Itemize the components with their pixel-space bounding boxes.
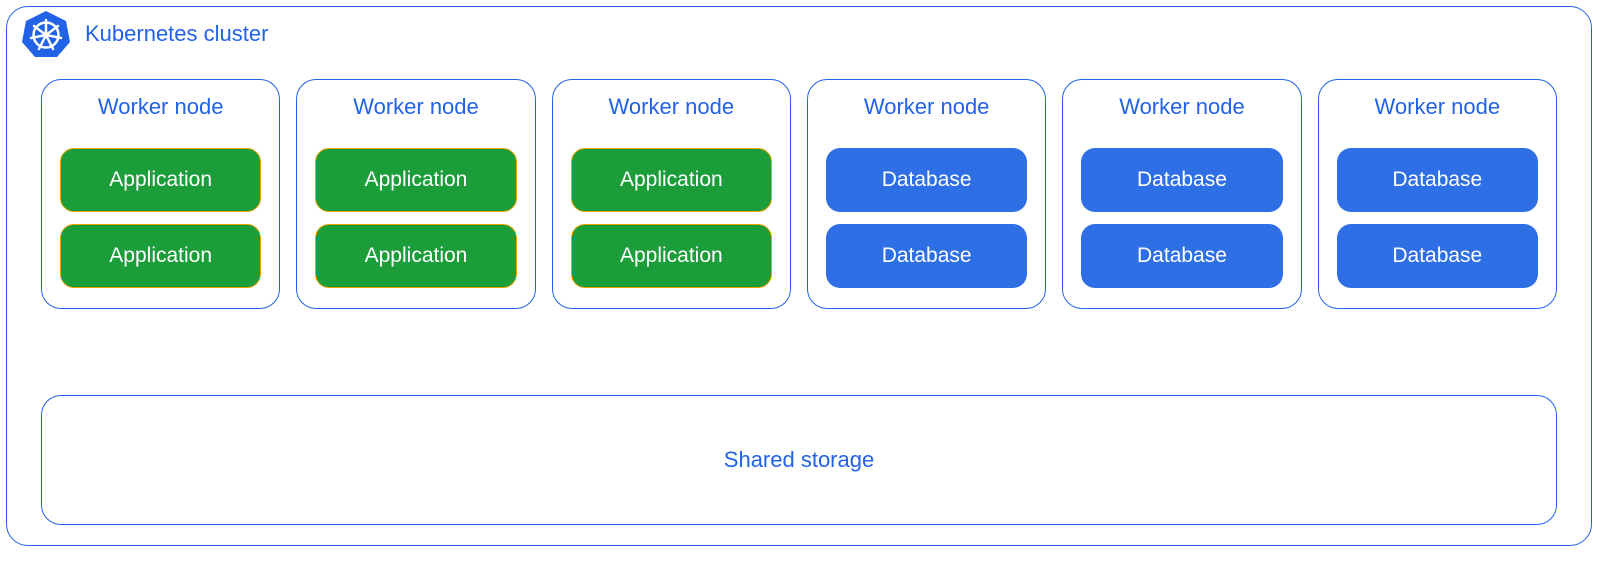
worker-node-title: Worker node	[60, 94, 261, 120]
worker-node-title: Worker node	[826, 94, 1027, 120]
worker-node-title: Worker node	[1081, 94, 1282, 120]
application-pod: Application	[60, 224, 261, 288]
worker-node: Worker node Database Database	[807, 79, 1046, 309]
cluster-header: Kubernetes cluster	[21, 9, 268, 59]
application-pod: Application	[60, 148, 261, 212]
application-pod: Application	[571, 148, 772, 212]
database-pod: Database	[1337, 224, 1538, 288]
kubernetes-cluster-box: Kubernetes cluster Worker node Applicati…	[6, 6, 1592, 546]
worker-node: Worker node Application Application	[296, 79, 535, 309]
worker-node: Worker node Database Database	[1318, 79, 1557, 309]
cluster-title: Kubernetes cluster	[85, 21, 268, 47]
worker-node-title: Worker node	[1337, 94, 1538, 120]
database-pod: Database	[1081, 148, 1282, 212]
worker-node: Worker node Application Application	[552, 79, 791, 309]
worker-node: Worker node Database Database	[1062, 79, 1301, 309]
application-pod: Application	[315, 148, 516, 212]
worker-node: Worker node Application Application	[41, 79, 280, 309]
shared-storage-box: Shared storage	[41, 395, 1557, 525]
database-pod: Database	[826, 224, 1027, 288]
shared-storage-label: Shared storage	[724, 447, 874, 473]
worker-node-title: Worker node	[315, 94, 516, 120]
database-pod: Database	[1081, 224, 1282, 288]
worker-nodes-row: Worker node Application Application Work…	[41, 79, 1557, 309]
kubernetes-icon	[21, 9, 71, 59]
application-pod: Application	[315, 224, 516, 288]
worker-node-title: Worker node	[571, 94, 772, 120]
database-pod: Database	[826, 148, 1027, 212]
application-pod: Application	[571, 224, 772, 288]
database-pod: Database	[1337, 148, 1538, 212]
